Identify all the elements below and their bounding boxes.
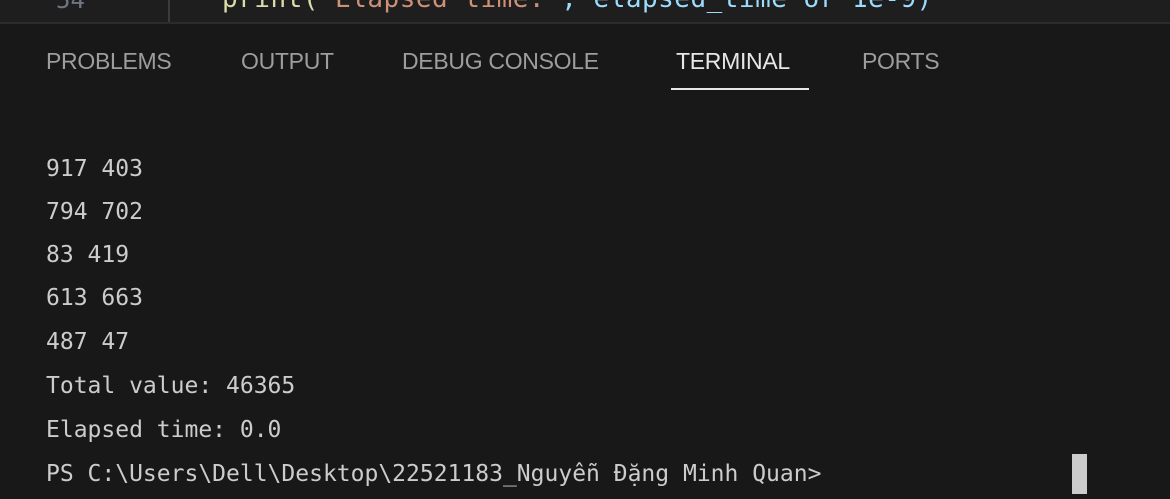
tab-problems[interactable]: PROBLEMS: [46, 48, 172, 75]
terminal-output[interactable]: 917 403 794 702 83 419 613 663 487 47 To…: [0, 100, 1170, 499]
terminal-line: Elapsed time: 0.0: [46, 417, 282, 443]
panel-tab-bar: PROBLEMS OUTPUT DEBUG CONSOLE TERMINAL P…: [0, 24, 1170, 100]
editor-gutter-separator: [168, 0, 170, 22]
tab-debug-console[interactable]: DEBUG CONSOLE: [402, 48, 599, 75]
code-args-end: or 1e-9): [804, 0, 933, 14]
code-function: print(: [222, 0, 319, 14]
terminal-line: Total value: 46365: [46, 373, 296, 399]
terminal-line: 83 419: [46, 242, 130, 268]
terminal-prompt: PS C:\Users\Dell\Desktop\22521183_Nguyễn…: [46, 461, 822, 487]
editor-partial-line: 54 print("Elapsed time:", elapsed_time o…: [0, 0, 1170, 22]
code-string: "Elapsed time:": [319, 0, 561, 14]
terminal-line: 794 702: [46, 199, 143, 225]
terminal-line: 613 663: [46, 285, 143, 311]
editor-line-number: 54: [56, 0, 85, 14]
editor-code-line: print("Elapsed time:", elapsed_time or 1…: [222, 0, 933, 14]
terminal-cursor: [1072, 454, 1087, 494]
code-args: , elapsed_time: [561, 0, 803, 14]
tab-ports[interactable]: PORTS: [862, 48, 940, 75]
terminal-line: 917 403: [46, 156, 143, 182]
active-tab-indicator: [671, 88, 809, 90]
tab-terminal[interactable]: TERMINAL: [676, 48, 790, 75]
terminal-line: 487 47: [46, 329, 130, 355]
tab-output[interactable]: OUTPUT: [241, 48, 334, 75]
